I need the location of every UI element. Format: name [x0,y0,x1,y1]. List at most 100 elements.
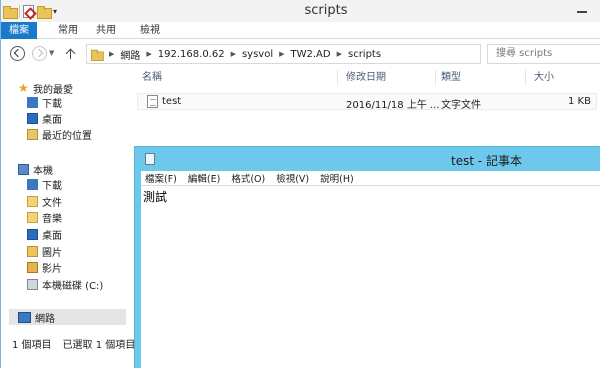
breadcrumb-network[interactable]: 網路 [120,47,140,62]
file-type: 文字文件 [441,100,481,111]
tab-view[interactable]: 檢視 [135,22,165,39]
nav-this-pc-label: 本機 [33,166,53,177]
breadcrumb-scripts[interactable]: scripts [348,49,381,60]
file-name: test [162,96,182,107]
up-arrow-icon[interactable] [66,48,76,59]
toolbar-divider [19,4,20,18]
chevron-right-icon[interactable]: ▶ [231,50,236,58]
folder-icon [90,49,104,61]
nav-item-downloads[interactable]: 下載 [27,95,62,110]
customize-toolbar-dropdown-icon[interactable]: ▾ [53,7,57,16]
forward-button[interactable] [32,46,47,61]
column-divider[interactable] [337,70,338,85]
menu-format[interactable]: 格式(O) [227,171,269,185]
folder-icon [3,5,18,19]
menu-edit[interactable]: 編輯(E) [184,171,224,185]
menu-view[interactable]: 檢視(V) [272,171,313,185]
tab-file[interactable]: 檔案 [1,22,37,39]
desktop-icon [27,229,38,240]
network-icon [18,312,31,323]
navigation-bar: ▼ ▶ 網路 ▶ 192.168.0.62 ▶ sysvol ▶ TW2.AD … [1,40,600,67]
file-size: 1 KB [568,96,591,107]
breadcrumb-host[interactable]: 192.168.0.62 [158,49,225,60]
column-divider[interactable] [525,70,526,85]
file-row[interactable]: test 2016/11/18 上午 ... 文字文件 1 KB [137,93,597,111]
chevron-right-icon[interactable]: ▶ [146,50,151,58]
address-bar[interactable]: ▶ 網路 ▶ 192.168.0.62 ▶ sysvol ▶ TW2.AD ▶ … [86,44,481,64]
nav-item-label: 圖片 [42,248,62,259]
nav-item-label: 桌面 [42,231,62,242]
nav-item-documents[interactable]: 文件 [27,194,62,209]
nav-item-desktop[interactable]: 桌面 [27,111,62,126]
pictures-icon [27,246,38,257]
nav-item-pictures[interactable]: 圖片 [27,244,62,259]
column-header-modified[interactable]: 修改日期 [346,70,386,85]
window-title: scripts [304,3,348,18]
drive-icon [27,279,38,290]
properties-icon[interactable] [23,4,34,18]
nav-network-item[interactable]: 網路 [18,310,55,325]
recent-locations-dropdown-icon[interactable]: ▼ [49,49,54,57]
navigation-pane: ★ 我的最愛 下載 桌面 最近的位置 本機 下載 文件 音樂 桌面 圖片 影片 … [1,70,127,332]
desktop-icon [27,113,38,124]
nav-favorites-label: 我的最愛 [33,85,73,96]
star-icon: ★ [18,81,29,95]
title-bar: ▾ scripts [1,0,600,22]
notepad-icon[interactable] [145,153,155,165]
chevron-right-icon[interactable]: ▶ [337,50,342,58]
tab-share[interactable]: 共用 [91,22,121,39]
breadcrumb-domain[interactable]: TW2.AD [291,49,331,60]
chevron-right-icon[interactable]: ▶ [279,50,284,58]
nav-item-label: 最近的位置 [42,131,92,142]
nav-item-label: 本機磁碟 (C:) [42,281,104,292]
chevron-right-icon[interactable]: ▶ [109,50,114,58]
tab-home[interactable]: 常用 [53,22,83,39]
download-icon [27,97,38,108]
nav-item-label: 下載 [42,99,62,110]
notepad-title-bar[interactable]: test - 記事本 [135,147,600,171]
nav-item-label: 下載 [42,181,62,192]
download-icon [27,179,38,190]
column-divider[interactable] [435,70,436,85]
column-header-type[interactable]: 類型 [441,70,461,85]
nav-item-label: 文件 [42,198,62,209]
nav-item-label: 桌面 [42,115,62,126]
nav-item-videos[interactable]: 影片 [27,260,62,275]
documents-icon [27,196,38,207]
notepad-title: test - 記事本 [451,154,523,168]
column-header-name[interactable]: 名稱 [142,70,162,85]
status-bar: 1 個項目 已選取 1 個項目 [1,333,135,353]
nav-item-pc-downloads[interactable]: 下載 [27,177,62,192]
file-modified: 2016/11/18 上午 ... [346,100,440,111]
nav-this-pc[interactable]: 本機 [18,162,53,177]
ribbon-tabs: 檔案 常用 共用 檢視 [1,22,600,39]
new-folder-icon[interactable] [37,5,52,19]
text-file-icon [147,95,158,108]
column-header-size[interactable]: 大小 [534,70,554,85]
menu-file[interactable]: 檔案(F) [141,171,181,185]
quick-access-toolbar: ▾ [3,3,57,19]
nav-item-label: 音樂 [42,214,62,225]
music-icon [27,212,38,223]
notepad-window: test - 記事本 檔案(F) 編輯(E) 格式(O) 檢視(V) 說明(H)… [134,146,600,368]
notepad-menu-bar: 檔案(F) 編輯(E) 格式(O) 檢視(V) 說明(H) [141,171,600,185]
nav-item-recent[interactable]: 最近的位置 [27,127,92,142]
recent-places-icon [27,129,38,140]
nav-network-label: 網路 [35,314,55,325]
computer-icon [18,164,29,175]
nav-item-pc-desktop[interactable]: 桌面 [27,227,62,242]
notepad-text-area[interactable]: 測試 [141,185,600,368]
nav-item-local-disk[interactable]: 本機磁碟 (C:) [27,277,103,292]
menu-help[interactable]: 說明(H) [316,171,358,185]
back-button[interactable] [10,46,25,61]
item-count: 1 個項目 [12,339,52,351]
nav-item-label: 影片 [42,264,62,275]
nav-item-music[interactable]: 音樂 [27,210,62,225]
minimize-button[interactable] [567,2,597,16]
breadcrumb-sysvol[interactable]: sysvol [242,49,273,60]
search-input[interactable]: 搜尋 scripts [487,44,600,64]
nav-network[interactable]: 網路 [9,309,126,325]
nav-favorites[interactable]: ★ 我的最愛 [18,81,73,96]
videos-icon [27,262,38,273]
selection-count: 已選取 1 個項目 [62,339,136,351]
